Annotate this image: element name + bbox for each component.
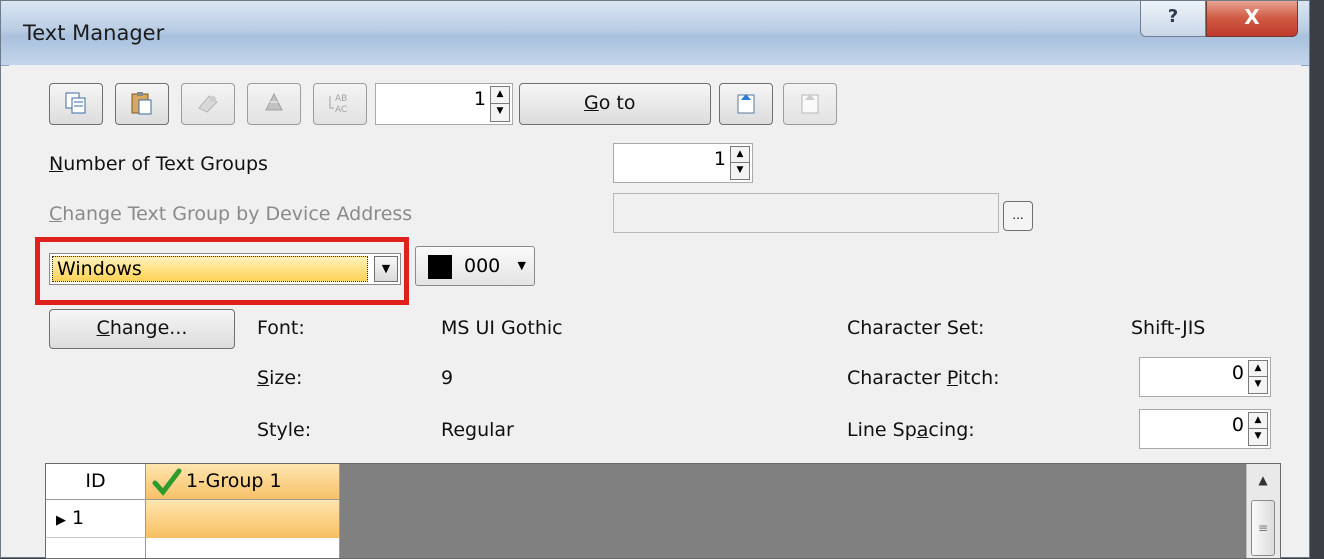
group-index-value: 1 <box>473 88 486 110</box>
row-pointer-icon: ▶ <box>56 513 66 528</box>
column-header-group-label: 1-Group 1 <box>186 470 282 492</box>
row-id: 1 <box>72 507 85 529</box>
device-address-browse-button[interactable]: ... <box>1003 201 1033 231</box>
char-pitch-arrows[interactable]: ▲ ▼ <box>1248 360 1268 394</box>
num-groups-value: 1 <box>713 148 726 170</box>
line-spacing-value: 0 <box>1231 414 1244 436</box>
num-groups-label: Number of Text Groups <box>49 153 268 175</box>
num-groups-spinner[interactable]: 1 ▲ ▼ <box>613 143 753 183</box>
color-code: 000 <box>464 255 501 277</box>
svg-text:AB: AB <box>335 94 347 104</box>
goto-label: o to <box>598 92 636 114</box>
export-button[interactable] <box>719 83 773 125</box>
font-label: Font: <box>257 317 305 339</box>
color-swatch <box>428 255 452 279</box>
charset-value: Shift-JIS <box>1131 317 1206 339</box>
line-spacing-label: Line Spacing: <box>847 419 975 441</box>
group-index-arrows[interactable]: ▲ ▼ <box>490 86 510 122</box>
spin-down-icon[interactable]: ▼ <box>491 104 509 121</box>
table-cell[interactable] <box>146 500 340 538</box>
spin-down-icon[interactable]: ▼ <box>1249 429 1267 445</box>
spin-up-icon[interactable]: ▲ <box>1249 413 1267 429</box>
spin-up-icon[interactable]: ▲ <box>731 147 749 163</box>
import-file-button[interactable] <box>783 83 837 125</box>
window-title: Text Manager <box>23 21 165 45</box>
help-button[interactable]: ? <box>1140 1 1206 37</box>
column-header-id[interactable]: ID <box>46 464 146 500</box>
copy-button[interactable] <box>49 83 103 125</box>
chevron-down-icon[interactable]: ▼ <box>374 256 398 282</box>
num-groups-arrows[interactable]: ▲ ▼ <box>730 146 750 180</box>
style-label: Style: <box>257 419 312 441</box>
font-source-dropdown[interactable]: Windows ▼ <box>49 253 401 285</box>
svg-text:AC: AC <box>335 105 347 115</box>
scroll-up-icon[interactable]: ▲ <box>1250 467 1276 493</box>
copy-icon <box>65 92 86 114</box>
change-font-button[interactable]: Change... <box>49 309 235 349</box>
close-icon: X <box>1244 5 1260 29</box>
font-source-selected: Windows <box>52 256 368 282</box>
import-icon <box>265 92 283 111</box>
goto-button[interactable]: Go to <box>519 83 711 125</box>
text-manager-window: Text Manager ? X AB AC 1 ▲ ▼ Go to Numbe… <box>0 0 1310 559</box>
group-index-spinner[interactable]: 1 ▲ ▼ <box>375 83 513 125</box>
dialog-body: AB AC 1 ▲ ▼ Go to Number of Text Groups 1 … <box>9 65 1301 559</box>
paste-icon <box>131 92 152 115</box>
clear-icon <box>198 95 218 113</box>
import-button[interactable] <box>247 83 301 125</box>
clear-button[interactable] <box>181 83 235 125</box>
char-pitch-spinner[interactable]: 0 ▲ ▼ <box>1139 357 1271 397</box>
paste-button[interactable] <box>115 83 169 125</box>
spin-up-icon[interactable]: ▲ <box>491 87 509 104</box>
vertical-scrollbar[interactable]: ▲ ≡ <box>1246 464 1280 558</box>
spin-down-icon[interactable]: ▼ <box>1249 377 1267 393</box>
spin-up-icon[interactable]: ▲ <box>1249 361 1267 377</box>
replace-text-button[interactable]: AB AC <box>313 83 367 125</box>
title-bar[interactable]: Text Manager ? X <box>1 1 1309 66</box>
row-header[interactable]: ▶ 1 <box>46 500 146 538</box>
line-spacing-arrows[interactable]: ▲ ▼ <box>1248 412 1268 446</box>
chevron-down-icon: ▼ <box>517 259 526 272</box>
line-spacing-spinner[interactable]: 0 ▲ ▼ <box>1139 409 1271 449</box>
size-label: Size: <box>257 367 303 389</box>
style-value: Regular <box>441 419 514 441</box>
char-pitch-label: Character Pitch: <box>847 367 1000 389</box>
help-icon: ? <box>1167 6 1179 27</box>
font-value: MS UI Gothic <box>441 317 563 339</box>
color-dropdown[interactable]: 000 ▼ <box>415 246 535 286</box>
device-address-label: Change Text Group by Device Address <box>49 203 413 225</box>
spin-down-icon[interactable]: ▼ <box>731 163 749 179</box>
import-file-icon <box>801 94 819 114</box>
checkmark-icon <box>152 468 182 496</box>
scroll-thumb[interactable]: ≡ <box>1251 500 1275 556</box>
goto-mnemonic: G <box>584 92 599 114</box>
replace-text-icon: ABAC <box>329 94 347 115</box>
table-cell[interactable] <box>146 538 340 558</box>
column-header-group[interactable]: 1-Group 1 <box>146 464 340 500</box>
size-value: 9 <box>441 367 454 389</box>
text-group-grid[interactable]: ID 1-Group 1 ▶ 1 ▲ ≡ <box>45 463 1281 559</box>
close-button[interactable]: X <box>1206 1 1298 37</box>
device-address-field[interactable] <box>613 193 999 233</box>
char-pitch-value: 0 <box>1231 362 1244 384</box>
export-icon <box>737 94 755 114</box>
row-header[interactable] <box>46 538 146 558</box>
charset-label: Character Set: <box>847 317 985 339</box>
